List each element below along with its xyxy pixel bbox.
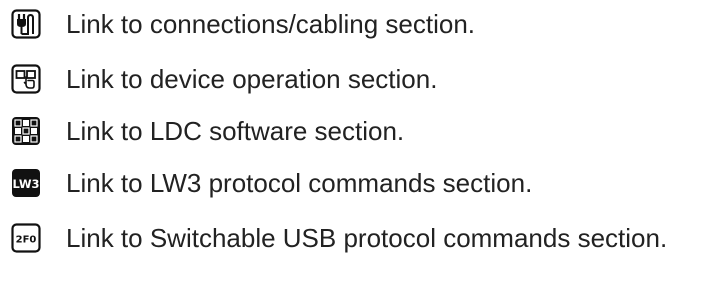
ldc-software-icon[interactable] xyxy=(10,115,42,147)
legend-row-device-operation[interactable]: Link to device operation section. xyxy=(0,59,702,99)
2f0-icon-text: 2F0 xyxy=(16,235,37,246)
legend-label: Link to connections/cabling section. xyxy=(66,9,476,39)
legend-label: Link to LDC software section. xyxy=(66,116,405,146)
2f0-icon[interactable]: 2F0 xyxy=(10,222,42,254)
icon-legend: Link to connections/cabling section. Lin… xyxy=(0,0,702,285)
legend-label: Link to LW3 protocol commands section. xyxy=(66,168,533,198)
legend-row-ldc-software[interactable]: Link to LDC software section. xyxy=(0,111,702,151)
legend-row-connections[interactable]: Link to connections/cabling section. xyxy=(0,4,702,44)
lw3-icon-text: LW3 xyxy=(12,177,39,191)
device-operation-icon[interactable] xyxy=(10,63,42,95)
ldc-software-icon-graphic xyxy=(12,117,40,145)
plug-icon-graphic xyxy=(11,9,41,39)
2f0-icon-graphic: 2F0 xyxy=(11,223,41,253)
legend-label: Link to device operation section. xyxy=(66,64,438,94)
lw3-icon-graphic: LW3 xyxy=(12,169,40,197)
legend-row-2f0[interactable]: 2F0 Link to Switchable USB protocol comm… xyxy=(0,218,702,258)
device-operation-icon-graphic xyxy=(11,64,41,94)
legend-row-lw3[interactable]: LW3 Link to LW3 protocol commands sectio… xyxy=(0,163,702,203)
legend-label: Link to Switchable USB protocol commands… xyxy=(66,223,668,253)
plug-icon[interactable] xyxy=(10,8,42,40)
lw3-icon[interactable]: LW3 xyxy=(10,167,42,199)
